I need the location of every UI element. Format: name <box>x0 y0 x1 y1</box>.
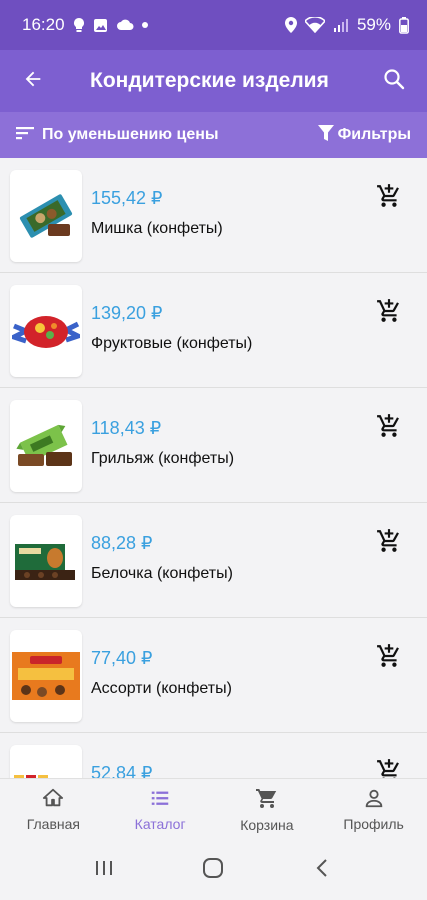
product-item[interactable]: 139,20 ₽ Фруктовые (конфеты) <box>0 273 427 388</box>
product-image <box>10 515 82 607</box>
home-button[interactable] <box>201 856 225 885</box>
product-name: Фруктовые (конфеты) <box>91 335 253 352</box>
product-name: Белочка (конфеты) <box>91 565 233 582</box>
product-price: 118,43 ₽ <box>91 418 162 438</box>
nav-catalog[interactable]: Каталог <box>107 779 214 840</box>
nav-label: Главная <box>26 816 81 832</box>
notification-dot-icon <box>141 22 148 28</box>
filters-label: Фильтры <box>337 126 411 143</box>
product-name: Мишка (конфеты) <box>91 220 223 237</box>
product-item[interactable]: 118,43 ₽ Грильяж (конфеты) <box>0 388 427 503</box>
add-to-cart-button[interactable] <box>374 643 404 674</box>
product-image <box>10 285 82 377</box>
product-price: 139,20 ₽ <box>91 303 163 323</box>
sort-icon <box>16 125 36 146</box>
location-icon <box>284 17 297 33</box>
search-icon <box>382 67 406 96</box>
nav-label: Корзина <box>240 817 294 833</box>
cart-icon <box>255 786 279 813</box>
filters-button[interactable]: Фильтры <box>317 124 411 147</box>
sort-label: По уменьшению цены <box>42 126 219 143</box>
product-item[interactable]: 77,40 ₽ Ассорти (конфеты) <box>0 618 427 733</box>
product-image <box>10 170 82 262</box>
wifi-icon <box>304 17 325 33</box>
product-item[interactable]: 88,28 ₽ Белочка (конфеты) <box>0 503 427 618</box>
add-shopping-cart-icon <box>376 183 402 214</box>
nav-profile[interactable]: Профиль <box>320 779 427 840</box>
battery-icon <box>399 16 409 34</box>
status-bar: 16:20 59% <box>0 0 427 50</box>
page-title: Кондитерские изделия <box>90 69 329 92</box>
nav-label: Профиль <box>343 816 404 832</box>
nav-home[interactable]: Главная <box>0 779 107 840</box>
back-nav-button[interactable] <box>312 857 334 884</box>
signal-icon <box>333 17 349 33</box>
back-button[interactable] <box>0 50 66 112</box>
sort-button[interactable]: По уменьшению цены <box>16 125 219 146</box>
profile-icon <box>363 787 385 812</box>
cloud-icon <box>116 19 134 31</box>
add-to-cart-button[interactable] <box>374 298 404 329</box>
add-to-cart-button[interactable] <box>374 413 404 444</box>
add-to-cart-button[interactable] <box>374 758 404 778</box>
system-navigation-bar <box>0 840 427 900</box>
add-shopping-cart-icon <box>376 298 402 329</box>
product-price: 77,40 ₽ <box>91 648 153 668</box>
image-icon <box>93 18 108 33</box>
filter-bar: По уменьшению цены Фильтры <box>0 112 427 158</box>
product-item[interactable]: 155,42 ₽ Мишка (конфеты) <box>0 158 427 273</box>
recent-apps-button[interactable] <box>93 857 115 884</box>
bottom-navigation: Главная Каталог Корзина Профиль <box>0 778 427 840</box>
product-image <box>10 400 82 492</box>
status-time: 16:20 <box>22 15 65 34</box>
product-price: 88,28 ₽ <box>91 533 153 553</box>
add-shopping-cart-icon <box>376 758 402 778</box>
add-shopping-cart-icon <box>376 528 402 559</box>
filter-funnel-icon <box>317 124 334 147</box>
add-shopping-cart-icon <box>376 413 402 444</box>
product-image <box>10 630 82 722</box>
add-shopping-cart-icon <box>376 643 402 674</box>
battery-percent: 59% <box>356 15 391 34</box>
product-price: 155,42 ₽ <box>91 188 163 208</box>
add-to-cart-button[interactable] <box>374 528 404 559</box>
app-bar: Кондитерские изделия <box>0 50 427 112</box>
product-price: 52,84 ₽ <box>91 763 153 778</box>
arrow-back-icon <box>22 68 44 95</box>
home-icon <box>42 787 64 812</box>
catalog-list-icon <box>149 787 171 812</box>
lightbulb-icon <box>73 17 85 33</box>
product-image <box>10 745 82 778</box>
nav-label: Каталог <box>134 816 186 832</box>
add-to-cart-button[interactable] <box>374 183 404 214</box>
product-name: Ассорти (конфеты) <box>91 680 232 697</box>
product-list: 155,42 ₽ Мишка (конфеты) 139,20 ₽ Фрукто… <box>0 158 427 778</box>
product-item[interactable]: 52,84 ₽ <box>0 733 427 778</box>
nav-cart[interactable]: Корзина <box>214 779 321 840</box>
search-button[interactable] <box>361 50 427 112</box>
product-name: Грильяж (конфеты) <box>91 450 235 467</box>
